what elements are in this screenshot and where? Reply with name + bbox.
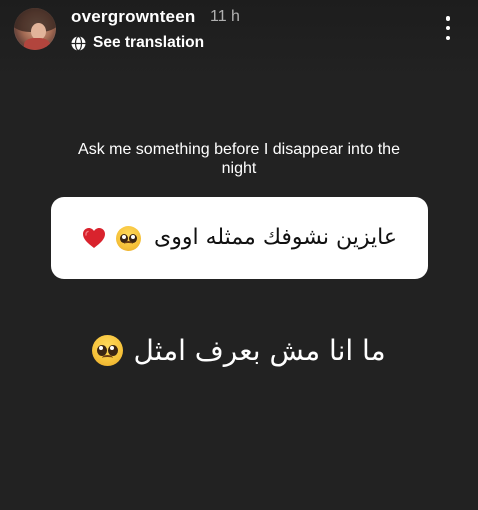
see-translation-label: See translation xyxy=(93,34,205,51)
question-response-card: عايزين نشوفك ممثله اووى xyxy=(51,197,428,279)
pleading-face-icon xyxy=(92,334,124,366)
translation-icon xyxy=(71,35,86,51)
story-caption: ما انا مش بعرف امثل xyxy=(60,328,418,372)
see-translation-button[interactable]: See translation xyxy=(71,33,204,53)
question-prompt: Ask me something before I disappear into… xyxy=(78,141,400,177)
red-heart-icon xyxy=(82,227,106,249)
avatar[interactable] xyxy=(14,8,56,50)
timestamp: 11 h xyxy=(210,8,240,25)
username[interactable]: overgrownteen xyxy=(71,7,195,27)
caption-text: ما انا مش بعرف امثل xyxy=(133,333,386,367)
question-response-text: عايزين نشوفك ممثله اووى xyxy=(154,225,397,251)
more-options-icon[interactable] xyxy=(438,14,458,42)
pleading-face-icon xyxy=(116,225,142,251)
